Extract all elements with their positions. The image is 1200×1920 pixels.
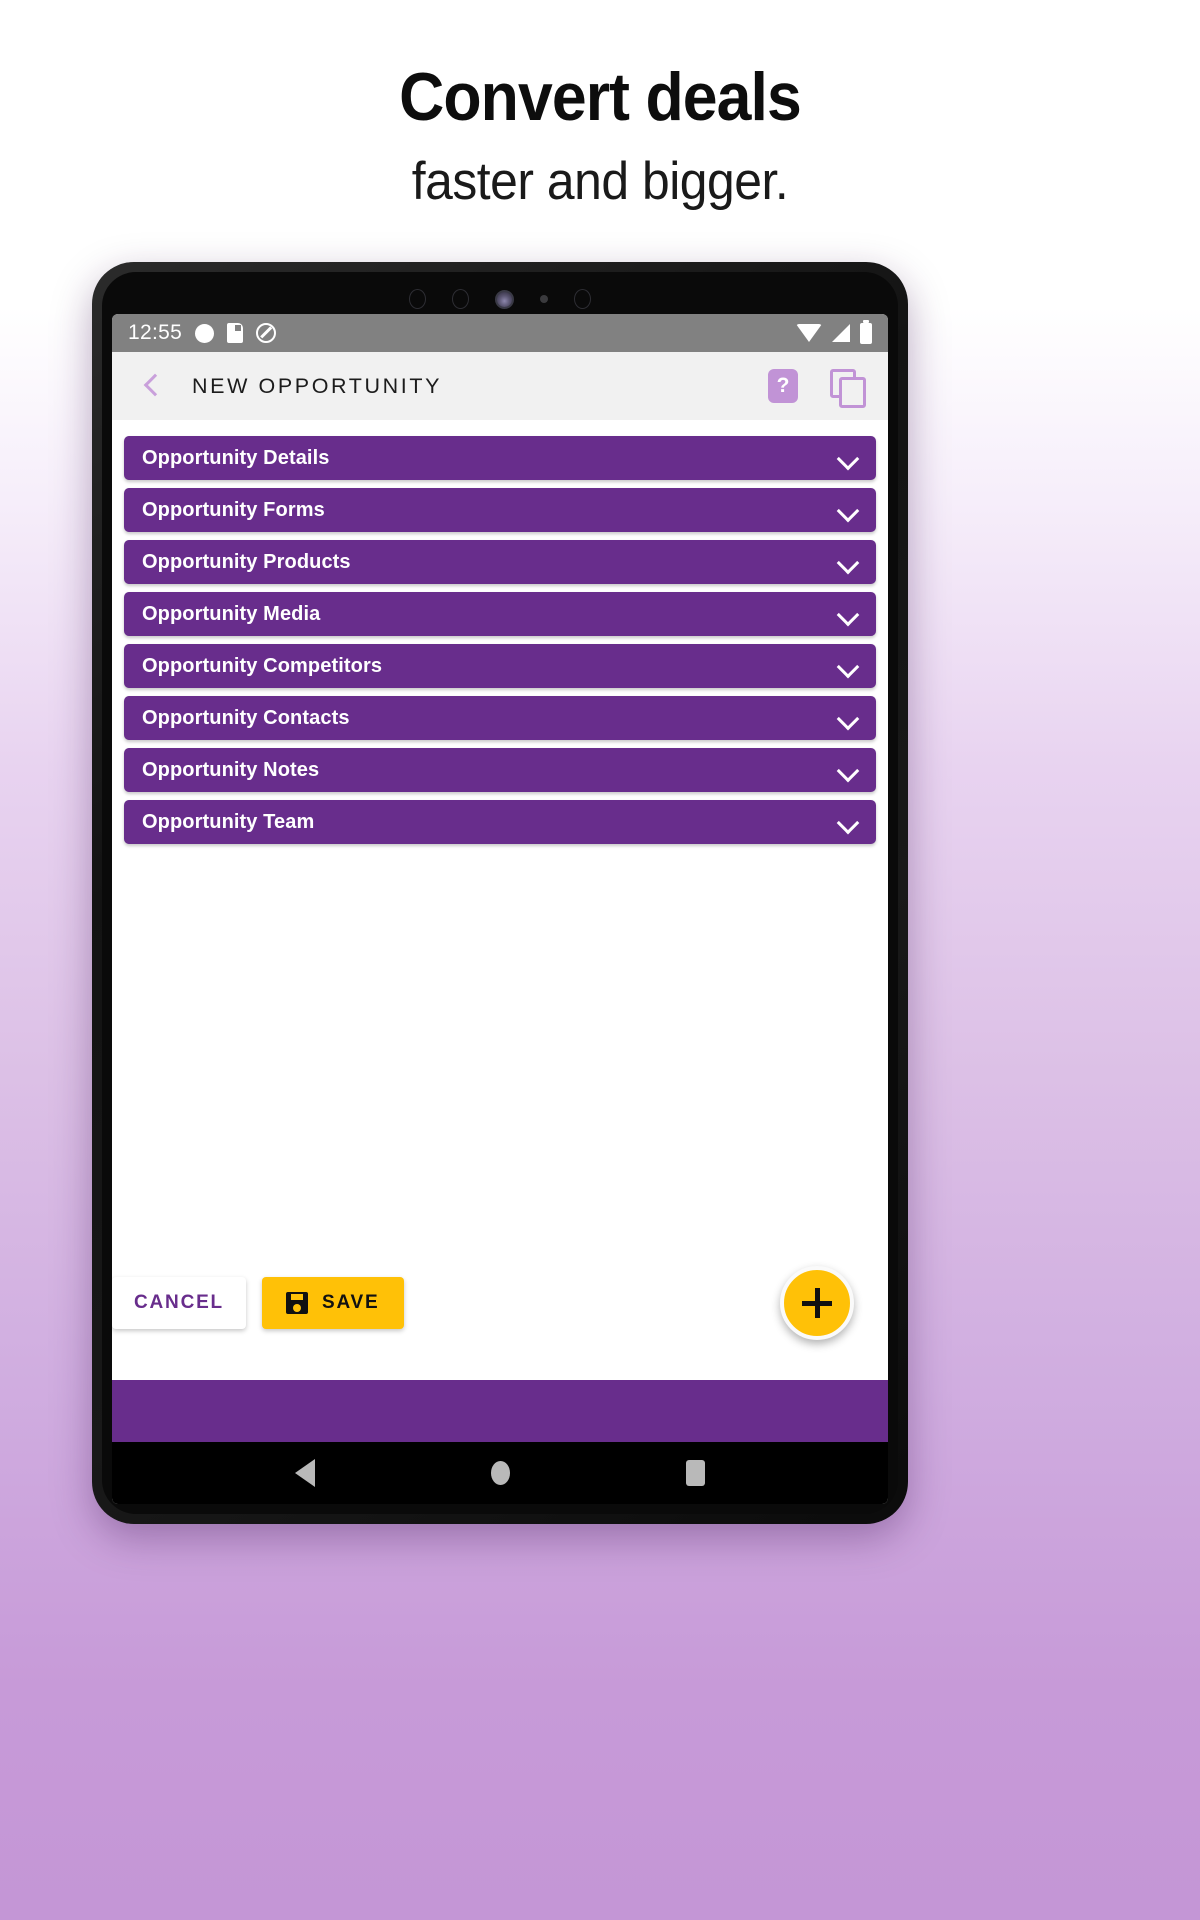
device-bezel: 12:55 NEW OPPORTUNITY ? Opportunity Deta…: [102, 272, 898, 1514]
device-screen: 12:55 NEW OPPORTUNITY ? Opportunity Deta…: [112, 314, 888, 1504]
accordion-label: Opportunity Forms: [142, 498, 325, 521]
accordion-opportunity-competitors[interactable]: Opportunity Competitors: [124, 644, 876, 688]
accordion-opportunity-details[interactable]: Opportunity Details: [124, 436, 876, 480]
square-recents-icon[interactable]: [686, 1460, 705, 1486]
accordion-opportunity-forms[interactable]: Opportunity Forms: [124, 488, 876, 532]
chevron-down-icon: [838, 500, 858, 520]
accordion-label: Opportunity Details: [142, 446, 330, 469]
accordion-opportunity-products[interactable]: Opportunity Products: [124, 540, 876, 584]
status-bar-clock: 12:55: [128, 321, 183, 344]
accordion-label: Opportunity Team: [142, 810, 315, 833]
chevron-down-icon: [838, 760, 858, 780]
proximity-sensor-icon: [540, 295, 548, 303]
status-bar-left-group: 12:55: [128, 321, 277, 345]
page-title: Convert deals: [399, 59, 802, 135]
app-header-bar: NEW OPPORTUNITY ?: [112, 352, 888, 420]
accordion-label: Opportunity Products: [142, 550, 351, 573]
screen-title: NEW OPPORTUNITY: [192, 373, 443, 398]
chevron-down-icon: [838, 448, 858, 468]
accordion-opportunity-contacts[interactable]: Opportunity Contacts: [124, 696, 876, 740]
chevron-down-icon: [838, 552, 858, 572]
accordion-label: Opportunity Contacts: [142, 706, 350, 729]
chevron-down-icon: [838, 708, 858, 728]
sensor-ring-icon: [452, 289, 469, 309]
recording-dot-icon: [195, 323, 215, 343]
chevron-down-icon: [838, 812, 858, 832]
accordion-opportunity-notes[interactable]: Opportunity Notes: [124, 748, 876, 792]
tablet-device-frame: 12:55 NEW OPPORTUNITY ? Opportunity Deta…: [92, 262, 908, 1524]
bottom-action-bar: CANCEL SAVE: [112, 1272, 888, 1334]
accordion-opportunity-team[interactable]: Opportunity Team: [124, 800, 876, 844]
do-not-disturb-icon: [256, 323, 277, 343]
wifi-icon: [796, 324, 822, 342]
form-sections-list: Opportunity Details Opportunity Forms Op…: [112, 420, 888, 1380]
sd-card-icon: [227, 323, 244, 343]
page-subtitle: faster and bigger.: [411, 152, 789, 212]
chevron-down-icon: [838, 656, 858, 676]
save-button[interactable]: SAVE: [261, 1277, 404, 1329]
accordion-label: Opportunity Media: [142, 602, 321, 625]
cancel-button[interactable]: CANCEL: [112, 1277, 246, 1329]
back-chevron-icon[interactable]: [138, 373, 164, 399]
promo-header: Convert deals faster and bigger.: [0, 0, 1200, 212]
chevron-down-icon: [838, 604, 858, 624]
battery-full-icon: [860, 319, 872, 344]
android-status-bar: 12:55: [112, 314, 888, 352]
triangle-back-icon[interactable]: [295, 1459, 315, 1487]
purple-footer-bar: [112, 1380, 888, 1442]
help-button[interactable]: ?: [768, 369, 798, 403]
circle-home-icon[interactable]: [491, 1461, 510, 1485]
accordion-label: Opportunity Notes: [142, 758, 320, 781]
plus-icon: [802, 1288, 832, 1318]
copy-icon[interactable]: [830, 369, 866, 408]
cellular-signal-icon: [832, 324, 850, 342]
add-floating-action-button[interactable]: [780, 1266, 854, 1340]
floppy-disk-save-icon: [285, 1292, 308, 1314]
accordion-label: Opportunity Competitors: [142, 654, 383, 677]
app-header-actions: ?: [768, 369, 866, 408]
android-navigation-bar: [112, 1442, 888, 1504]
status-bar-right-group: [796, 319, 872, 344]
sensor-ring-icon: [409, 289, 426, 309]
front-sensor-cluster: [102, 286, 898, 312]
front-camera-icon: [495, 289, 514, 309]
accordion-opportunity-media[interactable]: Opportunity Media: [124, 592, 876, 636]
save-button-label: SAVE: [321, 1292, 380, 1313]
sensor-ring-icon: [574, 289, 591, 309]
